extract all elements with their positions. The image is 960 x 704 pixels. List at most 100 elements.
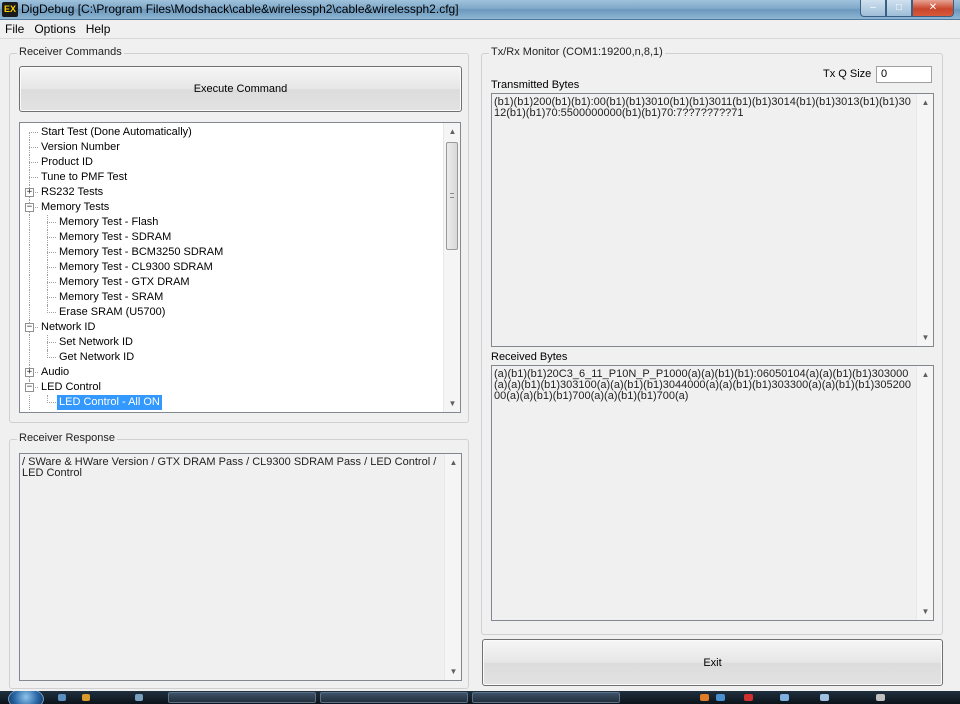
- receiver-response-text: / SWare & HWare Version / GTX DRAM Pass …: [22, 456, 437, 479]
- start-button-icon[interactable]: [8, 691, 44, 704]
- received-scrollbar[interactable]: ▲ ▼: [916, 366, 933, 620]
- tree-node-label: Memory Tests: [41, 201, 110, 213]
- tray-icon[interactable]: [820, 694, 829, 701]
- quick-launch-icon[interactable]: [135, 694, 143, 701]
- tree-child-node[interactable]: Memory Test - CL9300 SDRAM: [20, 260, 444, 275]
- tray-icon[interactable]: [780, 694, 789, 701]
- command-tree-scrollbar[interactable]: ▲ ▼: [443, 123, 460, 412]
- scroll-down-arrow-icon[interactable]: ▼: [917, 329, 933, 346]
- close-button[interactable]: ✕: [912, 0, 954, 17]
- tree-node[interactable]: + Audio: [20, 365, 444, 380]
- menu-help[interactable]: Help: [86, 22, 111, 36]
- tree-node[interactable]: − LED Control: [20, 380, 444, 395]
- menu-bar: File Options Help: [0, 20, 960, 39]
- client-area: Receiver Commands Execute Command Start …: [0, 39, 960, 691]
- scroll-down-arrow-icon[interactable]: ▼: [445, 663, 461, 680]
- expand-plus-icon[interactable]: +: [25, 368, 34, 377]
- tray-icon[interactable]: [876, 694, 885, 701]
- tx-rx-monitor-legend: Tx/Rx Monitor (COM1:19200,n,8,1): [489, 46, 665, 58]
- tree-node-label: LED Control: [41, 381, 101, 393]
- menu-file[interactable]: File: [5, 22, 24, 36]
- tree-node-label: RS232 Tests: [41, 186, 104, 198]
- tree-node-label: Memory Test - Flash: [59, 216, 159, 228]
- tree-child-node[interactable]: Memory Test - GTX DRAM: [20, 275, 444, 290]
- transmitted-bytes-text: (b1)(b1)200(b1)(b1):00(b1)(b1)3010(b1)(b…: [494, 96, 911, 119]
- tree-child-node[interactable]: Memory Test - SDRAM: [20, 230, 444, 245]
- tree-node-label: Memory Test - SRAM: [59, 291, 164, 303]
- tree-node-label: Network ID: [41, 321, 96, 333]
- tree-node-label: LED Control - All ON: [56, 394, 163, 411]
- exit-button[interactable]: Exit: [482, 639, 943, 686]
- scroll-down-arrow-icon[interactable]: ▼: [444, 395, 460, 412]
- tree-child-node[interactable]: Memory Test - BCM3250 SDRAM: [20, 245, 444, 260]
- taskbar: [0, 691, 960, 704]
- title-bar: EX DigDebug [C:\Program Files\Modshack\c…: [0, 0, 960, 20]
- collapse-minus-icon[interactable]: −: [25, 203, 34, 212]
- received-bytes-textbox[interactable]: (a)(b1)(b1)20C3_6_11_P10N_P_P1000(a)(a)(…: [491, 365, 934, 621]
- scroll-up-arrow-icon[interactable]: ▲: [444, 123, 460, 140]
- command-tree[interactable]: Start Test (Done Automatically) Version N…: [19, 122, 461, 413]
- quick-launch-icon[interactable]: [58, 694, 66, 701]
- tree-child-node[interactable]: Memory Test - SRAM: [20, 290, 444, 305]
- menu-options[interactable]: Options: [34, 22, 75, 36]
- transmitted-bytes-label: Transmitted Bytes: [491, 79, 580, 91]
- collapse-minus-icon[interactable]: −: [25, 383, 34, 392]
- tree-node-label: Get Network ID: [59, 351, 135, 363]
- tray-icon[interactable]: [716, 694, 725, 701]
- execute-command-button[interactable]: Execute Command: [19, 66, 462, 112]
- tree-node[interactable]: Tune to PMF Test: [20, 170, 444, 185]
- taskbar-item[interactable]: [472, 692, 620, 703]
- received-bytes-label: Received Bytes: [491, 351, 568, 363]
- tree-child-node[interactable]: Erase SRAM (U5700): [20, 305, 444, 320]
- tree-node-label: Audio: [41, 366, 70, 378]
- tree-node-label: Memory Test - SDRAM: [59, 231, 172, 243]
- tree-node-label: Set Network ID: [59, 336, 133, 348]
- maximize-button[interactable]: □: [886, 0, 912, 17]
- tree-node-label: Memory Test - BCM3250 SDRAM: [59, 246, 224, 258]
- transmitted-bytes-textbox[interactable]: (b1)(b1)200(b1)(b1):00(b1)(b1)3010(b1)(b…: [491, 93, 934, 347]
- tree-node[interactable]: Start Test (Done Automatically): [20, 125, 444, 140]
- app-icon[interactable]: EX: [2, 2, 18, 17]
- window-title: DigDebug [C:\Program Files\Modshack\cabl…: [21, 2, 459, 16]
- window-controls: – □ ✕: [860, 0, 954, 17]
- tree-node[interactable]: − Network ID: [20, 320, 444, 335]
- scroll-up-arrow-icon[interactable]: ▲: [917, 366, 933, 383]
- tray-icon[interactable]: [744, 694, 753, 701]
- tree-node-label: Tune to PMF Test: [41, 171, 128, 183]
- receiver-commands-legend: Receiver Commands: [17, 46, 124, 58]
- scroll-up-arrow-icon[interactable]: ▲: [445, 454, 461, 471]
- receiver-response-legend: Receiver Response: [17, 432, 117, 444]
- tree-node-label: Product ID: [41, 156, 93, 168]
- transmitted-scrollbar[interactable]: ▲ ▼: [916, 94, 933, 346]
- taskbar-item[interactable]: [168, 692, 316, 703]
- tree-child-node[interactable]: LED Control - All ON: [20, 394, 444, 411]
- minimize-button[interactable]: –: [860, 0, 886, 17]
- tree-node-label: Start Test (Done Automatically): [41, 126, 192, 138]
- response-scrollbar[interactable]: ▲ ▼: [444, 454, 461, 680]
- execute-command-label: Execute Command: [193, 83, 288, 95]
- quick-launch-icon[interactable]: [82, 694, 90, 701]
- tree-node-label: Memory Test - CL9300 SDRAM: [59, 261, 213, 273]
- exit-label: Exit: [703, 656, 722, 669]
- tree-node[interactable]: + RS232 Tests: [20, 185, 444, 200]
- tree-node[interactable]: Product ID: [20, 155, 444, 170]
- collapse-minus-icon[interactable]: −: [25, 323, 34, 332]
- scroll-down-arrow-icon[interactable]: ▼: [917, 603, 933, 620]
- tree-child-node[interactable]: Get Network ID: [20, 350, 444, 365]
- scroll-up-arrow-icon[interactable]: ▲: [917, 94, 933, 111]
- taskbar-item[interactable]: [320, 692, 468, 703]
- tree-node-label: Version Number: [41, 141, 120, 153]
- received-bytes-text: (a)(b1)(b1)20C3_6_11_P10N_P_P1000(a)(a)(…: [494, 368, 911, 402]
- tx-q-size-field[interactable]: 0: [876, 66, 932, 83]
- tree-child-node[interactable]: Memory Test - Flash: [20, 215, 444, 230]
- scroll-thumb[interactable]: [446, 142, 458, 250]
- tx-q-size-label: Tx Q Size: [823, 68, 872, 80]
- receiver-response-textbox[interactable]: / SWare & HWare Version / GTX DRAM Pass …: [19, 453, 462, 681]
- expand-plus-icon[interactable]: +: [25, 188, 34, 197]
- command-tree-list: Start Test (Done Automatically) Version N…: [20, 125, 444, 411]
- tree-node-label: Memory Test - GTX DRAM: [59, 276, 190, 288]
- tray-icon[interactable]: [700, 694, 709, 701]
- tree-node[interactable]: Version Number: [20, 140, 444, 155]
- tree-child-node[interactable]: Set Network ID: [20, 335, 444, 350]
- tree-node[interactable]: − Memory Tests: [20, 200, 444, 215]
